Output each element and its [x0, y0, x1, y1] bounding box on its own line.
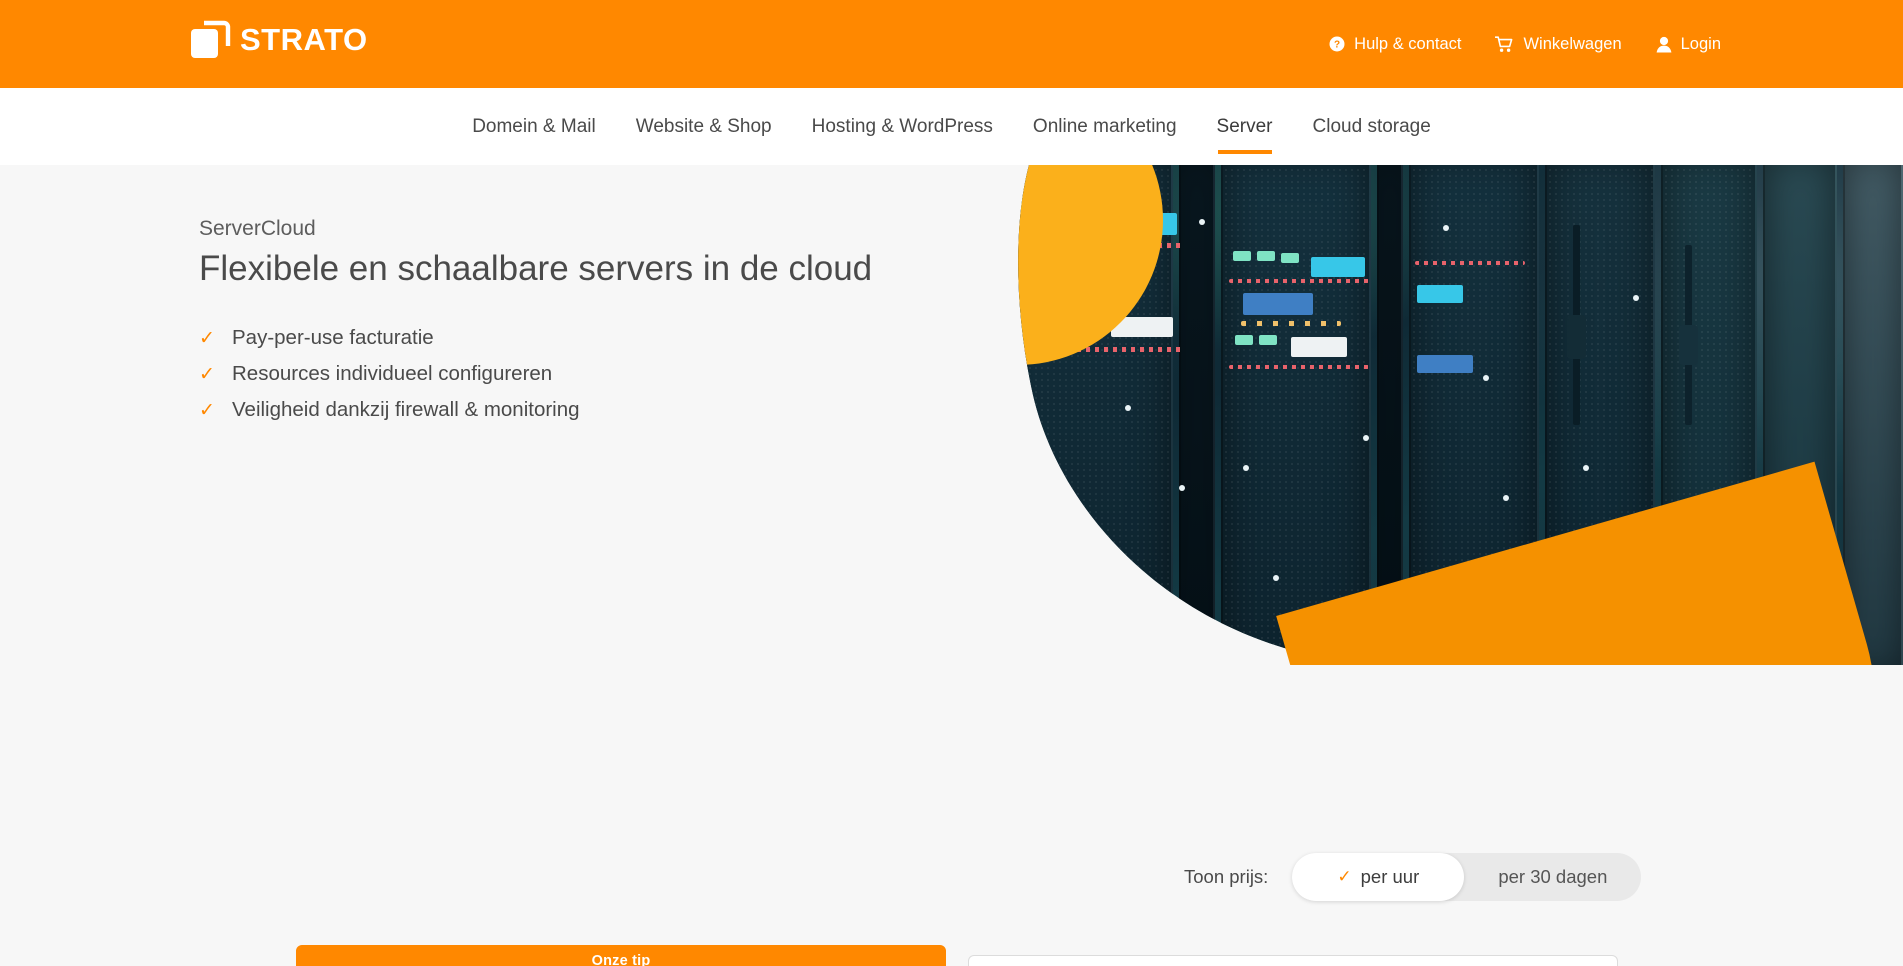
strato-logo-text: STRATO — [240, 21, 368, 57]
feature-label: Resources individueel configureren — [232, 362, 553, 386]
hero-feature-list: ✓ Pay-per-use facturatie ✓ Resources ind… — [199, 320, 899, 428]
login-label: Login — [1680, 34, 1721, 53]
toggle-option-label: per 30 dagen — [1498, 866, 1608, 887]
hero-section: ServerCloud Flexibele en schaalbare serv… — [0, 165, 1903, 966]
top-bar-links: ? Hulp & contact Winkelwagen Login — [1329, 0, 1721, 88]
pricing-cards: Onze tip SERVERCLOUD Starter Voor kleine… — [296, 945, 1618, 966]
svg-text:?: ? — [1334, 40, 1340, 51]
pricing-card-pro[interactable]: SERVERCLOUD Pro Voor grote applicaties m… — [968, 955, 1618, 966]
strato-square-logo-icon — [191, 20, 231, 58]
list-item: ✓ Pay-per-use facturatie — [199, 320, 899, 356]
toggle-option-per-30-days[interactable]: per 30 dagen — [1464, 853, 1641, 901]
feature-label: Pay-per-use facturatie — [232, 326, 434, 350]
question-circle-icon: ? — [1329, 36, 1345, 52]
nav-item-online-marketing[interactable]: Online marketing — [1013, 116, 1197, 138]
nav-item-website-shop[interactable]: Website & Shop — [616, 116, 792, 138]
hero-eyebrow: ServerCloud — [199, 217, 316, 240]
list-item: ✓ Veiligheid dankzij firewall & monitori… — [199, 392, 899, 428]
hero-headline: Flexibele en schaalbare servers in de cl… — [199, 249, 873, 288]
check-icon: ✓ — [199, 327, 215, 349]
price-toggle-label: Toon prijs: — [1184, 866, 1269, 887]
card-ribbon-badge: Onze tip — [298, 947, 944, 966]
hero-image — [943, 165, 1903, 665]
strato-logo[interactable]: STRATO — [191, 20, 368, 58]
nav-item-domein-mail[interactable]: Domein & Mail — [452, 116, 616, 138]
feature-label: Veiligheid dankzij firewall & monitoring — [232, 398, 580, 422]
list-item: ✓ Resources individueel configureren — [199, 356, 899, 392]
top-bar: STRATO ? Hulp & contact Winkelwagen Logi… — [0, 0, 1903, 88]
cart-label: Winkelwagen — [1523, 34, 1622, 53]
page-root: STRATO ? Hulp & contact Winkelwagen Logi… — [0, 0, 1903, 966]
cart-link[interactable]: Winkelwagen — [1495, 34, 1622, 54]
user-icon — [1656, 36, 1672, 53]
nav-item-hosting-wordpress[interactable]: Hosting & WordPress — [792, 116, 1013, 138]
hero-copy: ServerCloud Flexibele en schaalbare serv… — [199, 217, 899, 428]
shopping-cart-icon — [1495, 35, 1514, 53]
pricing-card-starter[interactable]: Onze tip SERVERCLOUD Starter Voor kleine… — [296, 945, 946, 966]
check-icon: ✓ — [199, 399, 215, 421]
toggle-option-per-hour[interactable]: ✓ per uur — [1292, 853, 1465, 901]
toggle-group[interactable]: ✓ per uur per 30 dagen — [1292, 853, 1642, 901]
help-contact-link[interactable]: ? Hulp & contact — [1329, 35, 1461, 54]
main-navigation: Domein & Mail Website & Shop Hosting & W… — [0, 88, 1903, 165]
check-icon: ✓ — [1337, 867, 1352, 886]
nav-item-cloud-storage[interactable]: Cloud storage — [1293, 116, 1451, 138]
help-contact-label: Hulp & contact — [1354, 34, 1462, 53]
toggle-option-label: per uur — [1360, 866, 1420, 887]
login-link[interactable]: Login — [1656, 35, 1721, 54]
check-icon: ✓ — [199, 363, 215, 385]
price-period-toggle: Toon prijs: ✓ per uur per 30 dagen — [1184, 853, 1642, 901]
nav-item-server[interactable]: Server — [1197, 116, 1293, 138]
